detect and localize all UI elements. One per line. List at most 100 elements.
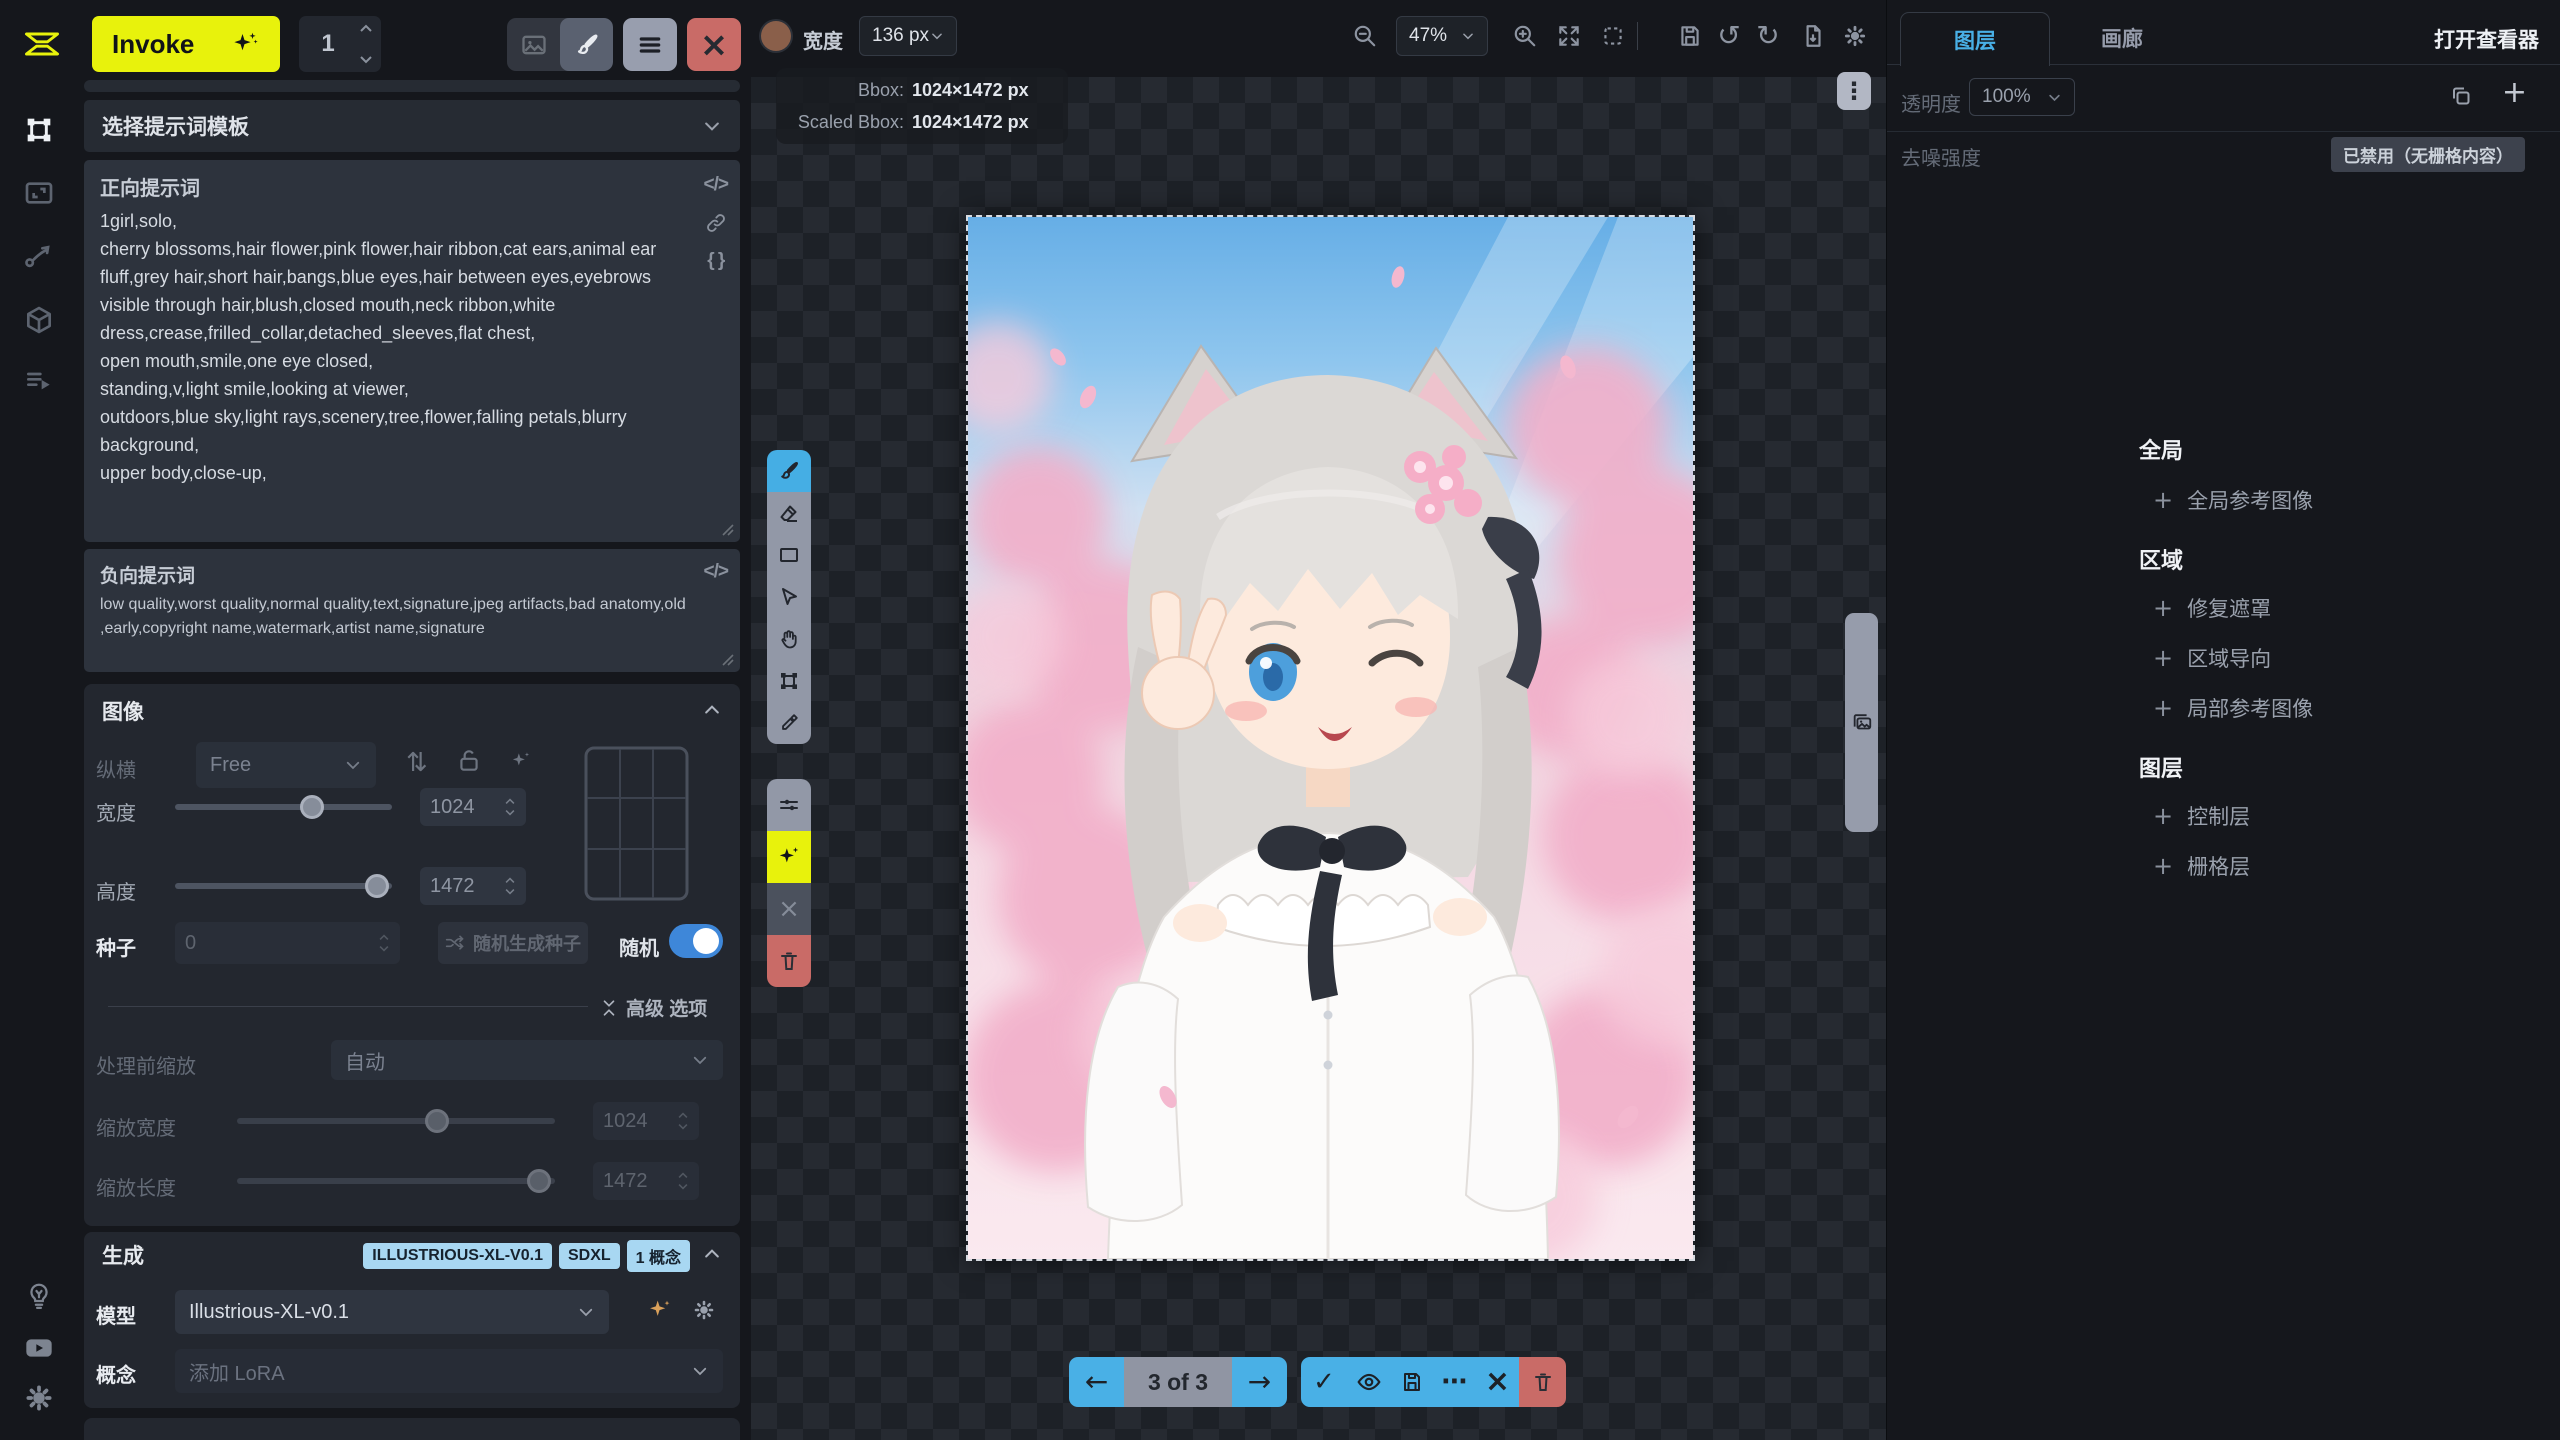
add-regional-reference-image[interactable]: + 局部参考图像: [2153, 693, 2313, 723]
brush-tool-button[interactable]: [767, 450, 811, 492]
sidebar-item-upscaling[interactable]: [19, 173, 59, 213]
scale-height-input[interactable]: 1472: [593, 1162, 699, 1200]
dots-horizontal-icon: ⋯: [1442, 1369, 1468, 1395]
view-code-icon[interactable]: </>: [704, 561, 728, 583]
redo-icon[interactable]: ↻: [1750, 18, 1786, 54]
zoom-in-icon[interactable]: [1507, 18, 1543, 54]
collapse-chevron-icon[interactable]: [702, 1244, 722, 1264]
pan-tool-button[interactable]: [767, 618, 811, 660]
undo-icon[interactable]: ↺: [1711, 18, 1747, 54]
seed-input[interactable]: 0: [175, 922, 400, 964]
edit-mode-button[interactable]: [560, 18, 613, 71]
settings-gear-icon[interactable]: [19, 1378, 59, 1418]
height-slider[interactable]: [175, 867, 392, 905]
duplicate-layer-icon[interactable]: [2449, 84, 2473, 108]
eraser-tool-button[interactable]: [767, 492, 811, 534]
invoke-sparkle-button[interactable]: [767, 831, 811, 883]
add-inpaint-mask[interactable]: + 修复遮罩: [2153, 593, 2313, 623]
save-to-file-icon[interactable]: [1795, 18, 1831, 54]
delete-staging-button[interactable]: [1519, 1357, 1566, 1407]
fit-to-view-icon[interactable]: [1551, 18, 1587, 54]
model-settings-gear-icon[interactable]: [692, 1298, 716, 1322]
tool-settings-button[interactable]: [767, 779, 811, 831]
next-image-button[interactable]: →: [1232, 1357, 1287, 1407]
lora-select[interactable]: 添加 LoRA: [175, 1349, 723, 1393]
random-seed-button[interactable]: 随机生成种子: [438, 922, 588, 964]
select-tool-button[interactable]: [767, 576, 811, 618]
stepper-arrows[interactable]: [359, 24, 373, 64]
invoke-button[interactable]: Invoke: [92, 16, 280, 72]
number-spinner[interactable]: [378, 934, 390, 952]
zoom-level-select[interactable]: 47%: [1396, 16, 1488, 56]
prev-image-button[interactable]: ←: [1069, 1357, 1124, 1407]
model-label: 模型: [96, 1300, 136, 1329]
discard-button[interactable]: [767, 935, 811, 987]
height-input[interactable]: 1472: [420, 867, 526, 905]
optimize-size-icon[interactable]: [508, 748, 534, 774]
braces-icon[interactable]: { }: [707, 250, 724, 272]
positive-prompt-input[interactable]: 1girl,solo, cherry blossoms,hair flower,…: [100, 207, 690, 487]
tab-gallery[interactable]: 画廊: [2048, 12, 2196, 64]
menu-button[interactable]: [623, 18, 677, 71]
more-options-button[interactable]: ⋯: [1433, 1357, 1476, 1407]
brush-color-swatch[interactable]: [761, 21, 791, 51]
preview-toggle-button[interactable]: [1347, 1357, 1390, 1407]
sidebar-item-canvas[interactable]: [19, 110, 59, 150]
accept-button[interactable]: ✓: [1301, 1357, 1347, 1407]
swap-dimensions-icon[interactable]: ⇅: [406, 750, 428, 776]
sidebar-item-models[interactable]: [19, 300, 59, 340]
save-staging-button[interactable]: [1390, 1357, 1433, 1407]
tab-layers[interactable]: 图层: [1900, 12, 2050, 66]
random-seed-toggle[interactable]: [669, 924, 723, 958]
sidebar-item-workflows[interactable]: [19, 236, 59, 276]
opacity-select[interactable]: 100%: [1969, 78, 2075, 116]
lock-aspect-icon[interactable]: [456, 748, 482, 774]
add-regional-guidance[interactable]: + 区域导向: [2153, 643, 2313, 673]
save-canvas-icon[interactable]: [1672, 18, 1708, 54]
positive-prompt-box[interactable]: 正向提示词 1girl,solo, cherry blossoms,hair f…: [84, 160, 740, 542]
prompt-template-select[interactable]: 选择提示词模板: [84, 100, 740, 152]
negative-prompt-input[interactable]: low quality,worst quality,normal quality…: [100, 593, 700, 641]
open-viewer-button[interactable]: 打开查看器: [2434, 24, 2539, 54]
rect-tool-button[interactable]: [767, 534, 811, 576]
add-global-reference-image[interactable]: + 全局参考图像: [2153, 485, 2313, 515]
fit-bbox-icon[interactable]: [1595, 18, 1631, 54]
add-layer-icon[interactable]: +: [2502, 78, 2527, 108]
sidebar-item-queue[interactable]: [19, 362, 59, 402]
negative-prompt-box[interactable]: 负向提示词 low quality,worst quality,normal q…: [84, 549, 740, 672]
resize-handle-icon[interactable]: [718, 650, 734, 666]
bbox-tool-button[interactable]: [767, 660, 811, 702]
scale-width-slider[interactable]: [237, 1102, 555, 1140]
cancel-staging-button[interactable]: ×: [1476, 1357, 1519, 1407]
width-input[interactable]: 1024: [420, 788, 526, 826]
support-bulb-icon[interactable]: [19, 1276, 59, 1316]
collapse-chevron-icon[interactable]: [702, 700, 722, 720]
cancel-button[interactable]: ×: [687, 18, 741, 71]
batch-count-stepper[interactable]: 1: [299, 16, 381, 72]
model-sparkle-icon[interactable]: [646, 1296, 674, 1324]
canvas-settings-gear-icon[interactable]: [1837, 18, 1873, 54]
advanced-options-toggle[interactable]: 高级 选项: [600, 994, 707, 1021]
add-raster-layer[interactable]: + 栅格层: [2153, 851, 2313, 881]
gallery-mode-button[interactable]: [507, 18, 560, 71]
number-spinner[interactable]: [504, 877, 516, 895]
model-select[interactable]: Illustrious-XL-v0.1: [175, 1290, 609, 1334]
youtube-icon[interactable]: [19, 1328, 59, 1368]
zoom-out-icon[interactable]: [1347, 18, 1383, 54]
eyedropper-tool-button[interactable]: [767, 702, 811, 744]
add-control-layer[interactable]: + 控制层: [2153, 801, 2313, 831]
canvas-context-menu-button[interactable]: ⋮: [1837, 72, 1871, 110]
brush-width-select[interactable]: 136 px: [859, 16, 957, 56]
canvas-image-bbox[interactable]: [966, 215, 1695, 1261]
resize-handle-icon[interactable]: [718, 520, 734, 536]
scale-before-select[interactable]: 自动: [331, 1040, 723, 1080]
cancel-generation-button[interactable]: ×: [767, 883, 811, 935]
scale-height-slider[interactable]: [237, 1162, 555, 1200]
number-spinner[interactable]: [504, 798, 516, 816]
link-icon[interactable]: [705, 212, 727, 234]
width-slider[interactable]: [175, 788, 392, 826]
staging-area-handle[interactable]: [1845, 613, 1878, 832]
aspect-select[interactable]: Free: [196, 742, 376, 788]
scale-width-input[interactable]: 1024: [593, 1102, 699, 1140]
view-code-icon[interactable]: </>: [704, 174, 728, 196]
